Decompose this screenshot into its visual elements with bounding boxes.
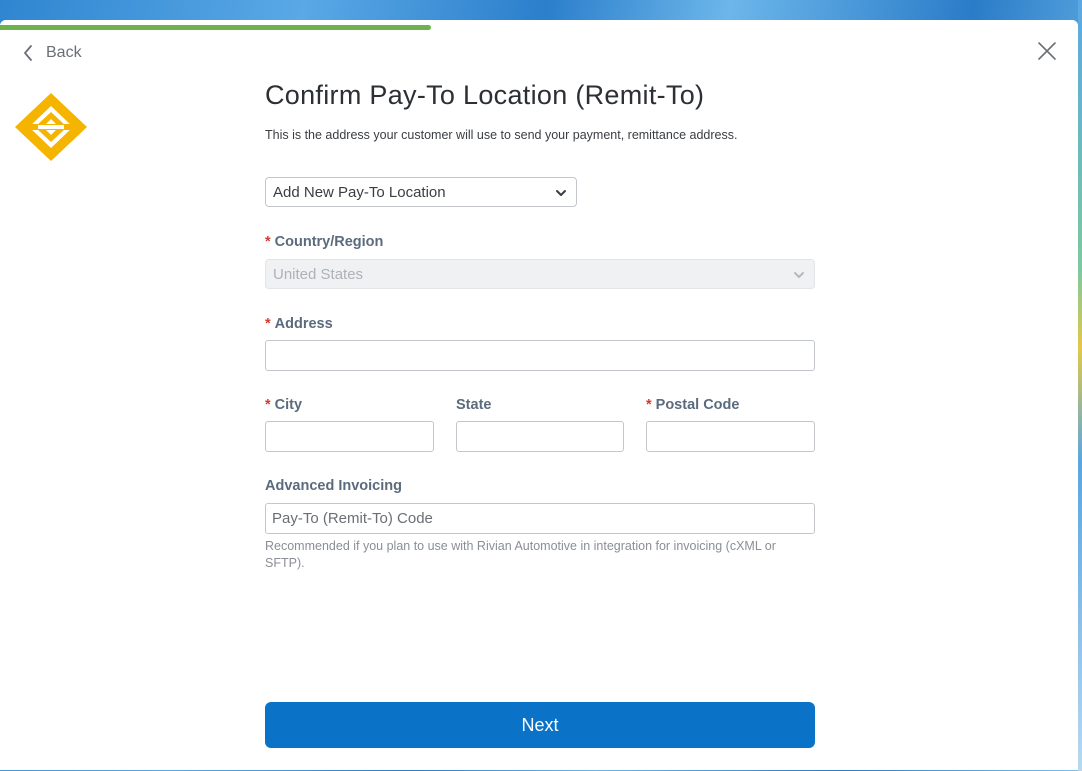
required-marker: * bbox=[646, 397, 652, 413]
background-edge bbox=[1078, 0, 1082, 771]
chevron-down-icon bbox=[794, 272, 804, 278]
advanced-invoicing-help: Recommended if you plan to use with Rivi… bbox=[265, 539, 776, 570]
close-icon[interactable] bbox=[1036, 40, 1058, 62]
page-subtitle: This is the address your customer will u… bbox=[265, 128, 738, 142]
country-label: * Country/Region bbox=[265, 234, 384, 250]
required-marker: * bbox=[265, 316, 271, 332]
city-input[interactable] bbox=[265, 421, 434, 452]
address-input[interactable] bbox=[265, 340, 815, 371]
page-title: Confirm Pay-To Location (Remit-To) bbox=[265, 80, 705, 110]
chevron-down-icon bbox=[556, 190, 566, 196]
remit-to-code-input[interactable] bbox=[265, 503, 815, 534]
required-marker: * bbox=[265, 234, 271, 250]
advanced-invoicing-label: Advanced Invoicing bbox=[265, 478, 402, 494]
chevron-left-icon bbox=[24, 45, 32, 61]
back-button[interactable]: Back bbox=[22, 44, 82, 62]
location-select-value: Add New Pay-To Location bbox=[273, 183, 446, 201]
city-label: * City bbox=[265, 397, 303, 413]
postal-code-input[interactable] bbox=[646, 421, 815, 452]
postal-code-label: * Postal Code bbox=[646, 397, 740, 413]
address-label: * Address bbox=[265, 316, 333, 332]
back-label: Back bbox=[46, 44, 82, 61]
brand-logo bbox=[15, 93, 87, 161]
next-button[interactable]: Next bbox=[265, 702, 815, 748]
location-select[interactable]: Add New Pay-To Location bbox=[265, 177, 577, 207]
modal-dialog: Back Confirm Pay-To Location (Remit-To) … bbox=[0, 20, 1078, 770]
progress-bar-fill bbox=[0, 25, 432, 30]
required-marker: * bbox=[265, 397, 271, 413]
country-select-value: United States bbox=[273, 265, 364, 283]
state-input[interactable] bbox=[456, 421, 624, 452]
country-select[interactable]: United States bbox=[265, 259, 815, 289]
state-label: State bbox=[456, 397, 492, 413]
progress-bar bbox=[0, 20, 1078, 30]
